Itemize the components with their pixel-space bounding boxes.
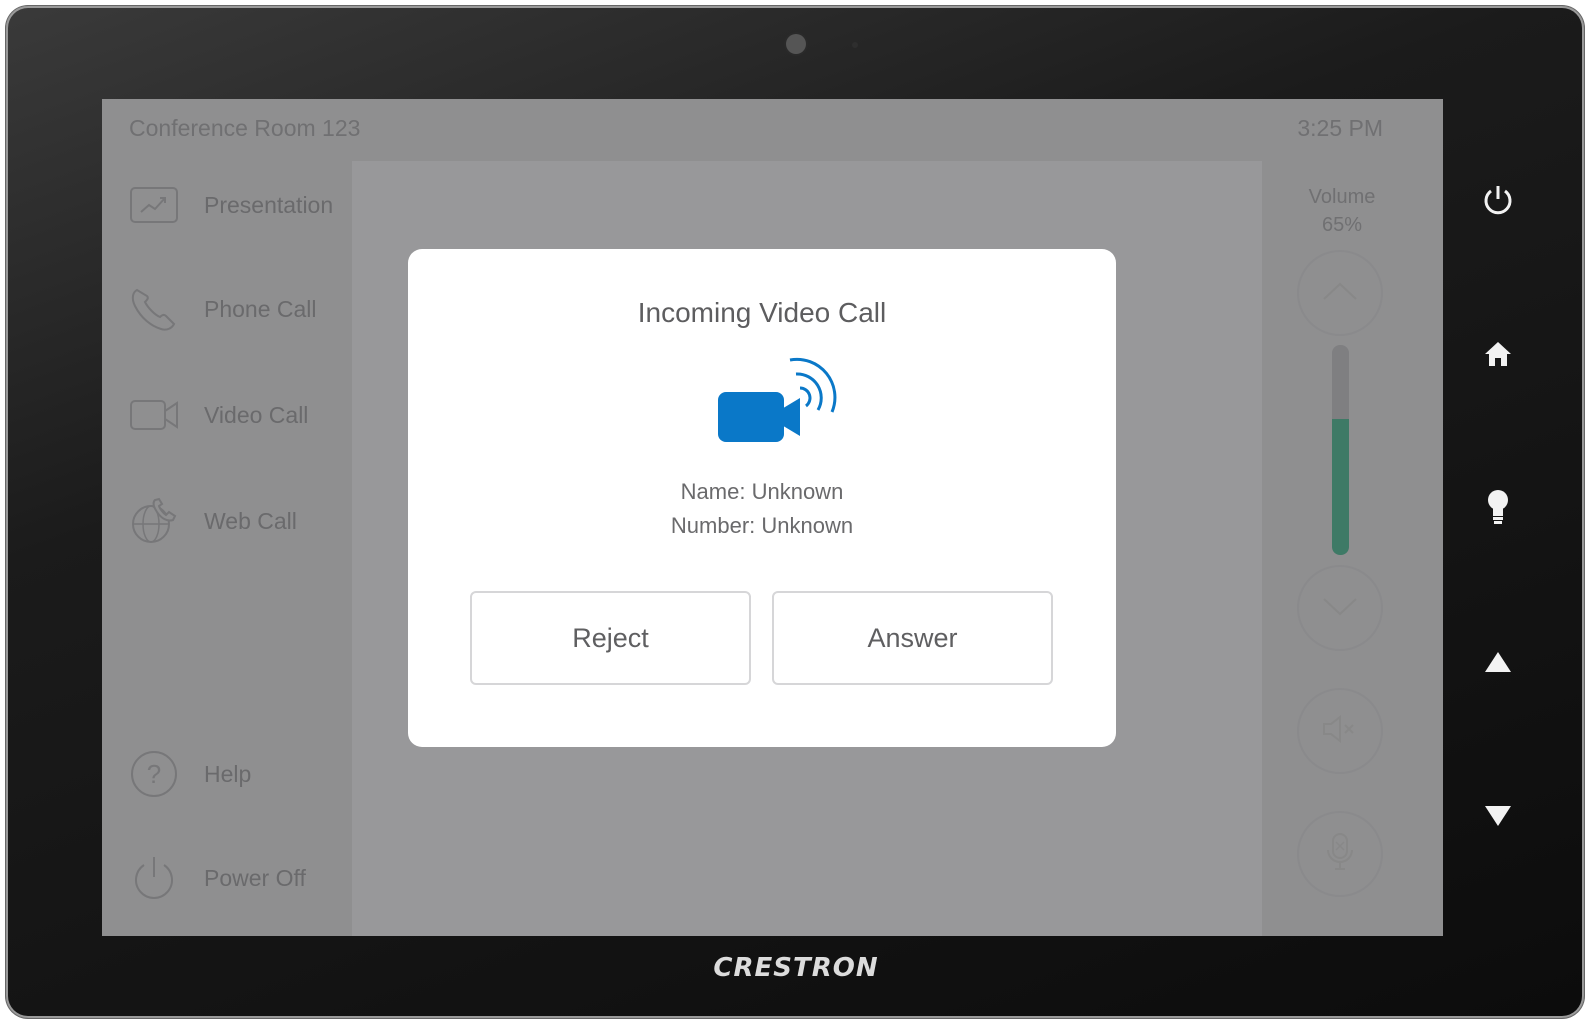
hardware-up-button[interactable] [1476, 642, 1520, 686]
lightbulb-icon [1486, 489, 1510, 531]
caller-number: Number: Unknown [670, 513, 854, 538]
web-call-icon [129, 497, 179, 544]
sidebar-item-label: Video Call [204, 401, 309, 428]
mute-button[interactable] [1297, 688, 1383, 774]
ambient-sensor [852, 42, 858, 48]
phone-icon [129, 286, 179, 332]
answer-button[interactable]: Answer [772, 591, 1053, 685]
volume-label: Volume 65% [1297, 183, 1387, 239]
sidebar-item-label: Help [204, 760, 252, 787]
volume-up-button[interactable] [1297, 250, 1383, 336]
microphone-mute-icon [1325, 832, 1355, 876]
touch-panel-frame: Conference Room 123 3:25 PM Presentation… [6, 6, 1584, 1018]
arrow-up-icon [1484, 650, 1512, 678]
clock: 3:25 PM [1297, 115, 1383, 141]
touch-screen: Conference Room 123 3:25 PM Presentation… [102, 99, 1443, 936]
power-icon [129, 855, 179, 901]
brand-logo: CRESTRON [713, 953, 879, 983]
sidebar-item-help[interactable]: ? Help [129, 751, 251, 797]
chevron-down-icon [1322, 596, 1358, 620]
caller-info: Name: Unknown Number: Unknown [408, 475, 1116, 543]
sidebar-item-presentation[interactable]: Presentation [129, 182, 333, 228]
sidebar-item-label: Phone Call [204, 295, 317, 322]
power-icon [1481, 183, 1515, 221]
dialog-title: Incoming Video Call [637, 297, 887, 328]
video-camera-icon [129, 392, 179, 438]
sidebar-item-power-off[interactable]: Power Off [129, 855, 306, 901]
volume-down-button[interactable] [1297, 565, 1383, 651]
sidebar-item-phone-call[interactable]: Phone Call [129, 286, 317, 332]
sidebar-item-label: Presentation [204, 191, 334, 218]
arrow-down-icon [1484, 804, 1512, 832]
mic-mute-button[interactable] [1297, 811, 1383, 897]
volume-level-fill [1332, 418, 1349, 555]
volume-title: Volume [1308, 186, 1376, 208]
sidebar-item-label: Web Call [204, 507, 297, 534]
speaker-mute-icon [1320, 714, 1360, 748]
room-name: Conference Room 123 [129, 115, 361, 141]
sidebar-item-video-call[interactable]: Video Call [129, 392, 308, 438]
incoming-call-dialog: Incoming Video Call Name: Unknown Number… [408, 249, 1116, 747]
hardware-power-button[interactable] [1476, 180, 1520, 224]
reject-button[interactable]: Reject [470, 591, 751, 685]
caller-name: Name: Unknown [680, 479, 844, 504]
volume-slider[interactable] [1332, 345, 1349, 555]
hardware-down-button[interactable] [1476, 796, 1520, 840]
camera-lens [786, 34, 806, 54]
incoming-video-call-icon [714, 352, 844, 448]
presentation-icon [129, 182, 179, 228]
hardware-lights-button[interactable] [1476, 488, 1520, 532]
help-icon: ? [129, 751, 179, 797]
hardware-home-button[interactable] [1476, 334, 1520, 378]
volume-value: 65% [1321, 214, 1363, 236]
svg-text:?: ? [147, 759, 161, 789]
sidebar-item-label: Power Off [204, 864, 306, 891]
chevron-up-icon [1322, 281, 1358, 305]
home-icon [1483, 340, 1513, 372]
sidebar-item-web-call[interactable]: Web Call [129, 497, 297, 544]
